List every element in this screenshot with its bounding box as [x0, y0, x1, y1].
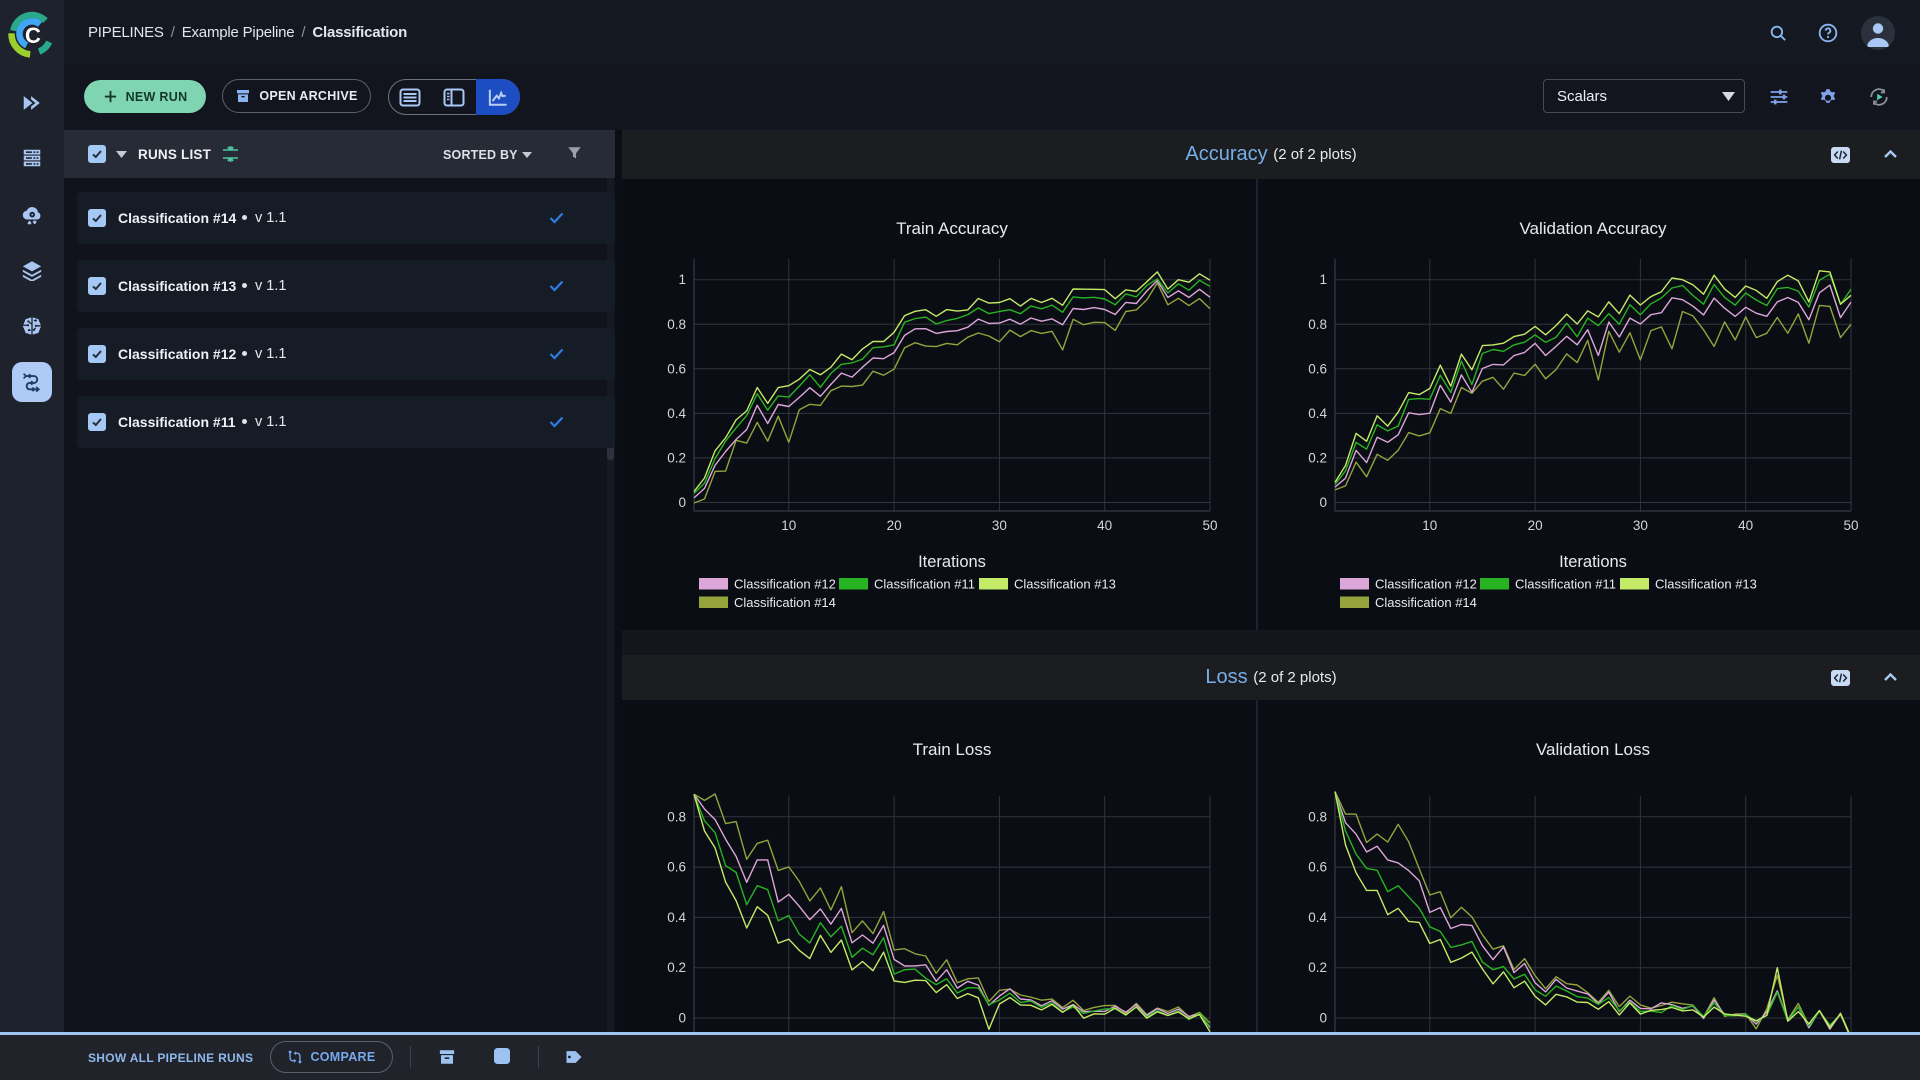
svg-text:0: 0 [1319, 495, 1327, 510]
svg-text:1: 1 [678, 272, 686, 287]
svg-text:50: 50 [1202, 518, 1217, 533]
svg-text:20: 20 [1528, 518, 1543, 533]
svg-text:Classification #13: Classification #13 [1014, 577, 1116, 592]
svg-text:30: 30 [1633, 518, 1648, 533]
svg-text:0.6: 0.6 [1308, 860, 1327, 875]
svg-text:Classification #12: Classification #12 [734, 577, 836, 592]
svg-text:Classification #12: Classification #12 [1375, 577, 1477, 592]
svg-text:Iterations: Iterations [918, 553, 986, 571]
svg-text:0.2: 0.2 [667, 450, 686, 465]
svg-text:1: 1 [1319, 272, 1327, 287]
svg-text:40: 40 [1738, 518, 1753, 533]
svg-text:0.4: 0.4 [1308, 910, 1327, 925]
svg-text:0.2: 0.2 [667, 960, 686, 975]
svg-text:0.2: 0.2 [1308, 450, 1327, 465]
svg-text:Classification #11: Classification #11 [874, 577, 975, 592]
svg-text:0.6: 0.6 [667, 361, 686, 376]
svg-text:0.4: 0.4 [667, 406, 686, 421]
svg-text:0.6: 0.6 [667, 860, 686, 875]
svg-text:Classification #14: Classification #14 [734, 595, 836, 610]
svg-text:Train Accuracy: Train Accuracy [896, 219, 1008, 238]
svg-text:10: 10 [781, 518, 796, 533]
svg-text:0.4: 0.4 [1308, 406, 1327, 421]
svg-text:0: 0 [678, 495, 686, 510]
svg-text:0: 0 [1319, 1011, 1327, 1026]
svg-text:Classification #13: Classification #13 [1655, 577, 1757, 592]
svg-text:Validation Loss: Validation Loss [1536, 740, 1650, 759]
svg-text:C: C [25, 23, 41, 48]
svg-text:Classification #14: Classification #14 [1375, 595, 1477, 610]
svg-text:Iterations: Iterations [1559, 553, 1627, 571]
svg-text:Validation Accuracy: Validation Accuracy [1519, 219, 1667, 238]
svg-text:0: 0 [678, 1011, 686, 1026]
svg-text:20: 20 [887, 518, 902, 533]
svg-text:0.8: 0.8 [667, 317, 686, 332]
svg-text:30: 30 [992, 518, 1007, 533]
svg-text:0.8: 0.8 [667, 809, 686, 824]
svg-text:0.8: 0.8 [1308, 317, 1327, 332]
svg-text:50: 50 [1843, 518, 1858, 533]
svg-text:10: 10 [1422, 518, 1437, 533]
svg-text:0.8: 0.8 [1308, 809, 1327, 824]
svg-text:40: 40 [1097, 518, 1112, 533]
svg-text:Train Loss: Train Loss [913, 740, 992, 759]
svg-text:0.2: 0.2 [1308, 960, 1327, 975]
svg-text:Classification #11: Classification #11 [1515, 577, 1616, 592]
svg-text:0.6: 0.6 [1308, 361, 1327, 376]
svg-text:0.4: 0.4 [667, 910, 686, 925]
